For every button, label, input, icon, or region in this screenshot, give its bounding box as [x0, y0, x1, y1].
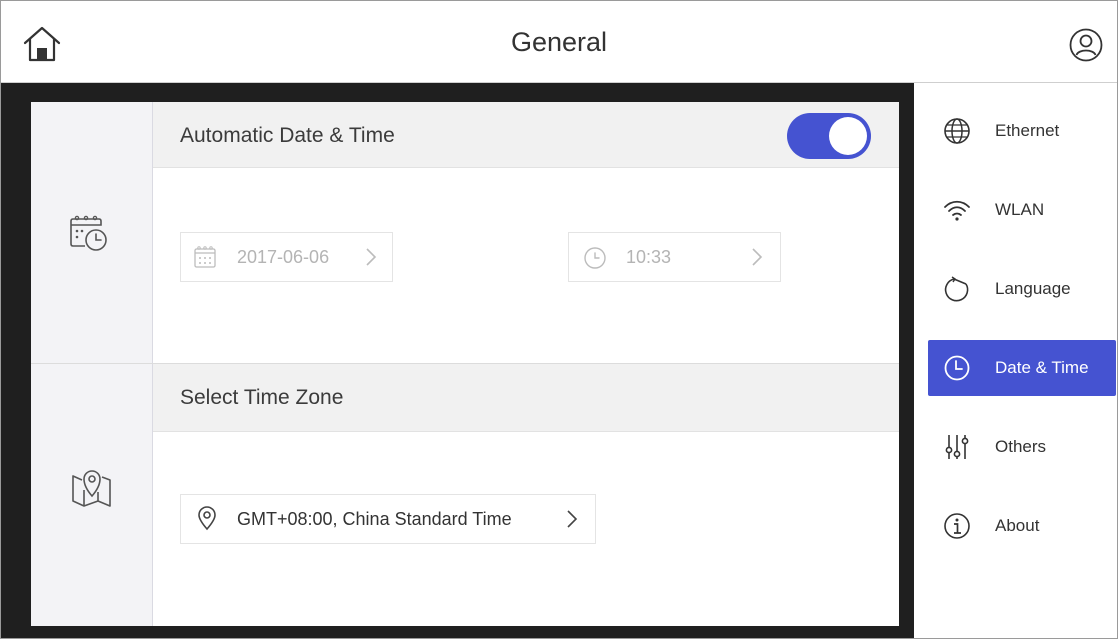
date-value: 2017-06-06 [237, 247, 330, 267]
sidebar-item-ethernet[interactable]: Ethernet [928, 103, 1116, 159]
page-title: General [510, 27, 608, 57]
sidebar-item-label: Ethernet [995, 121, 1060, 140]
settings-sidebar: Ethernet WLAN Language Date & Time Other… [914, 83, 1117, 638]
sidebar-item-label: WLAN [995, 200, 1045, 219]
time-zone-value: GMT+08:00, China Standard Time [237, 509, 512, 529]
section-icon-column [31, 102, 153, 626]
location-icon [196, 506, 218, 537]
sidebar-item-language[interactable]: Language [928, 261, 1116, 317]
top-bar: General [1, 1, 1117, 83]
sidebar-item-wlan[interactable]: WLAN [928, 182, 1116, 238]
settings-panel: Automatic Date & Time 2017-06-06 10:33 S… [31, 102, 899, 626]
sidebar-item-label: About [995, 516, 1040, 535]
sidebar-item-label: Others [995, 437, 1047, 456]
sidebar-item-label: Date & Time [995, 358, 1089, 377]
map-pin-icon [70, 466, 116, 512]
user-icon[interactable] [1069, 28, 1103, 62]
toggle-knob [829, 117, 867, 155]
auto-date-time-toggle[interactable] [787, 113, 871, 159]
info-icon [943, 512, 971, 540]
language-icon [943, 275, 971, 303]
date-picker[interactable]: 2017-06-06 [180, 232, 393, 282]
time-value: 10:33 [626, 247, 672, 267]
chevron-right-icon [364, 246, 378, 268]
sidebar-item-label: Language [995, 279, 1071, 298]
sidebar-item-date-time[interactable]: Date & Time [928, 340, 1116, 396]
wifi-icon [943, 196, 971, 224]
time-zone-header: Select Time Zone [153, 364, 899, 432]
globe-icon [943, 117, 971, 145]
time-zone-label: Select Time Zone [180, 386, 344, 409]
calendar-icon [193, 244, 219, 275]
auto-date-time-label: Automatic Date & Time [180, 124, 395, 147]
calendar-clock-icon [67, 209, 113, 255]
app-window: General Automatic Date & Time 2017-06-06… [0, 0, 1118, 639]
auto-date-time-header: Automatic Date & Time [153, 102, 899, 168]
sidebar-item-others[interactable]: Others [928, 419, 1116, 475]
time-zone-picker[interactable]: GMT+08:00, China Standard Time [180, 494, 596, 544]
chevron-right-icon [565, 508, 579, 530]
sidebar-item-about[interactable]: About [928, 498, 1116, 554]
chevron-right-icon [750, 246, 764, 268]
clock-icon [583, 246, 607, 275]
clock-icon [943, 354, 971, 382]
sliders-icon [943, 433, 971, 461]
time-picker[interactable]: 10:33 [568, 232, 781, 282]
